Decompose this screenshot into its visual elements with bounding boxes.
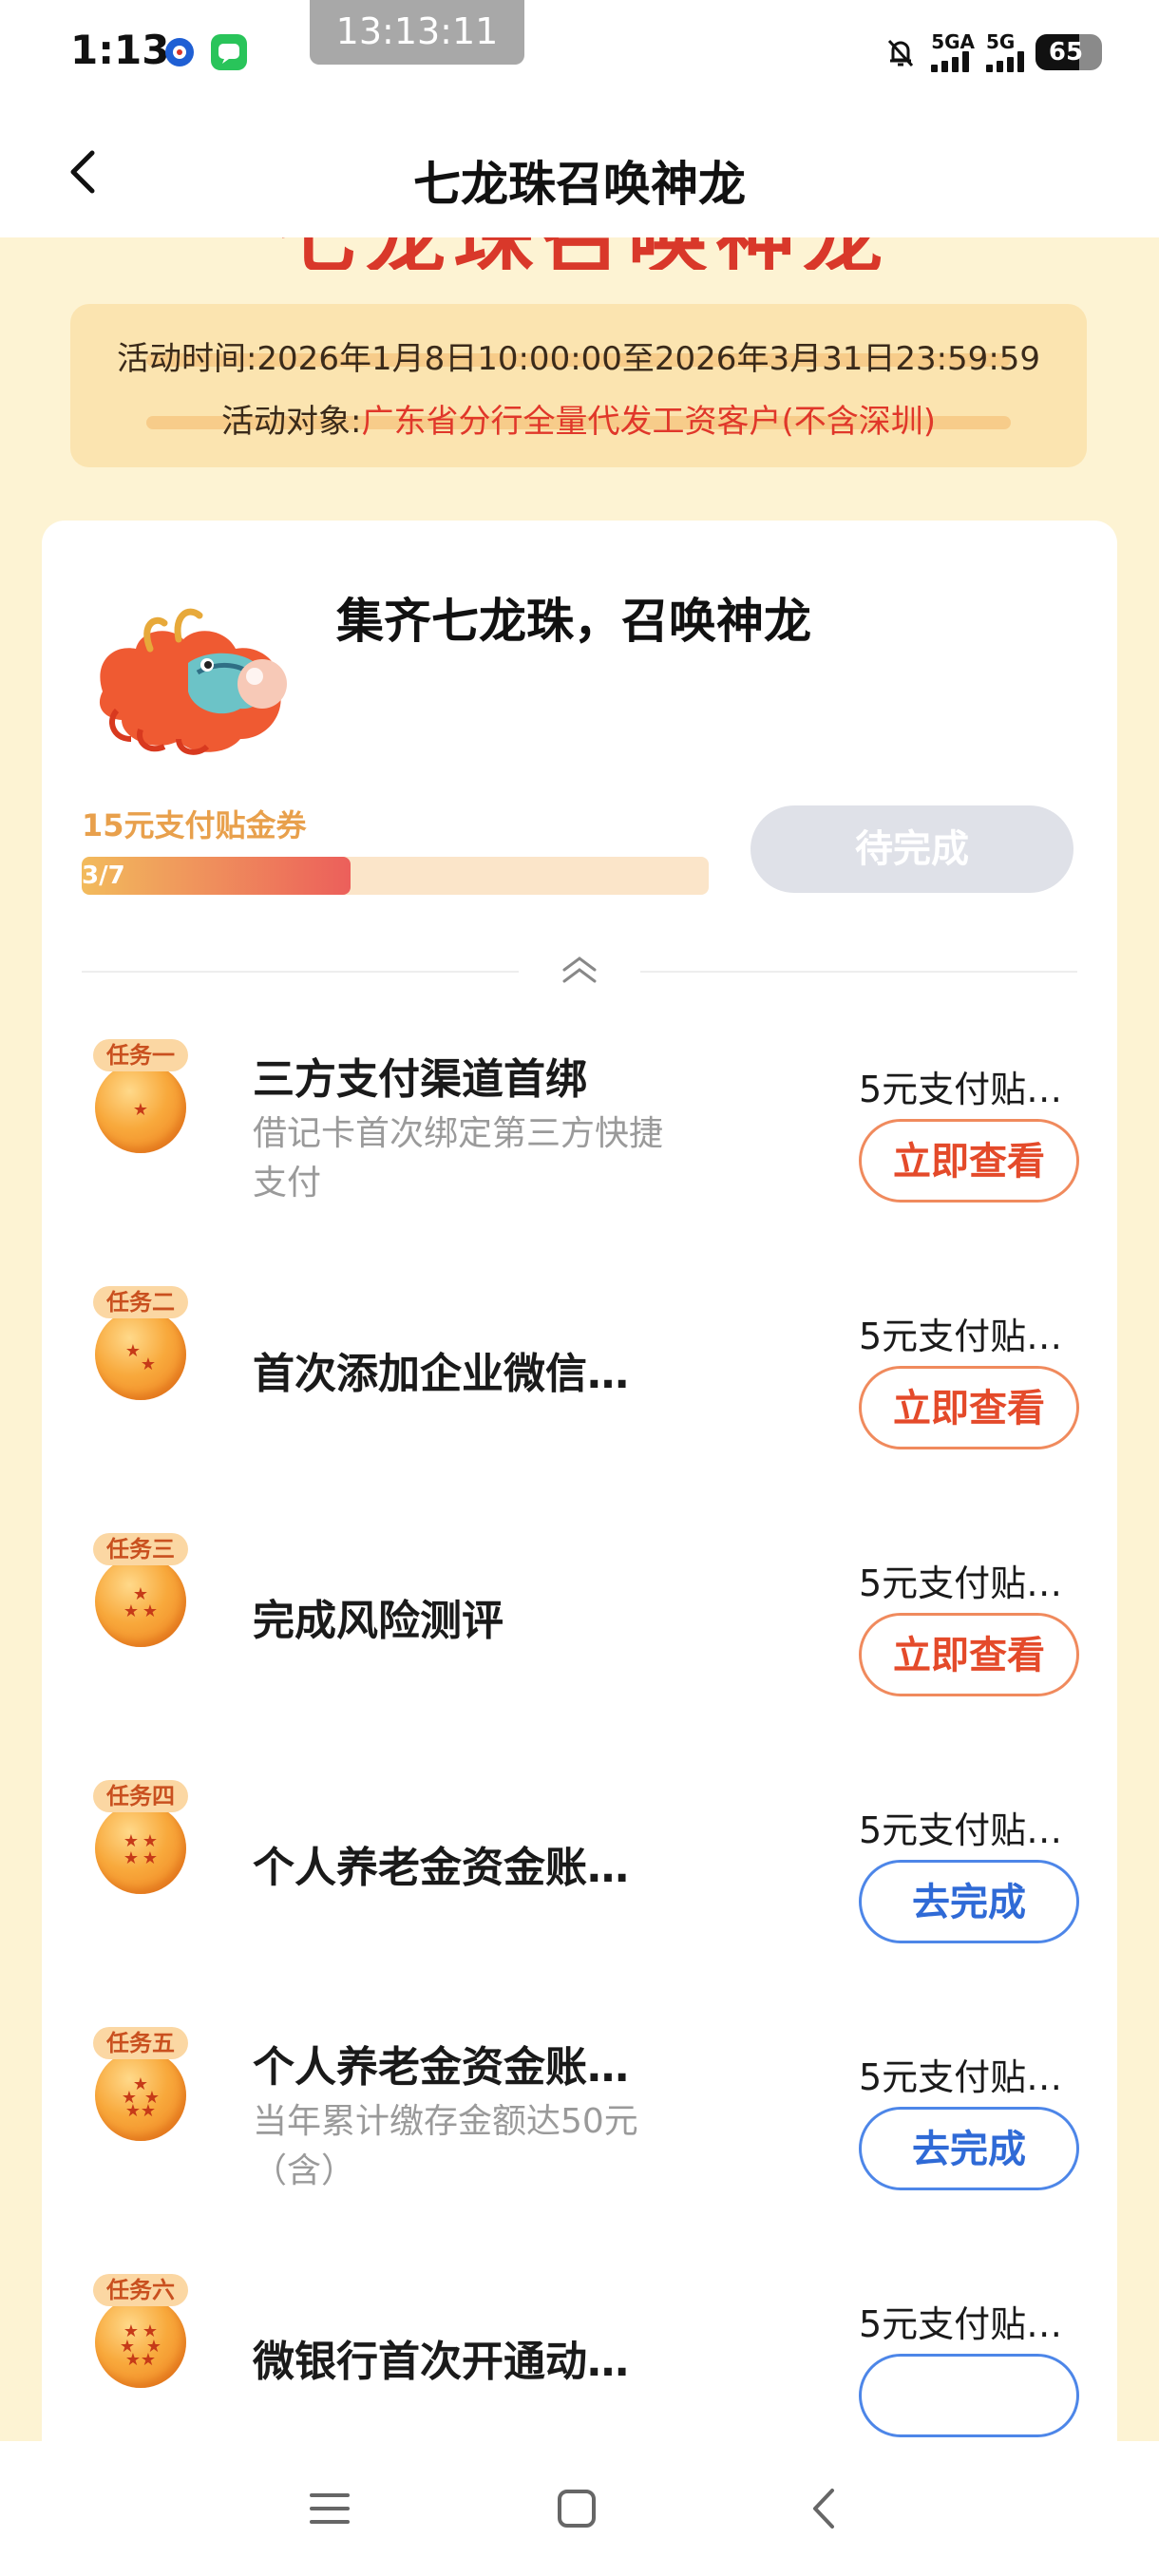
go-complete-button[interactable]: 去完成 (859, 1860, 1079, 1943)
dragon-ball-icon: ★ ★ ★ (95, 1556, 186, 1647)
task-reward: 5元支付贴… (859, 1316, 1063, 1357)
menu-button[interactable] (296, 2475, 363, 2542)
star-icon: ★ (125, 2101, 141, 2121)
activity-time-value: 2026年1月8日10:00:00至2026年3月31日23:59:59 (256, 340, 1041, 378)
back-icon (813, 2489, 834, 2529)
activity-info-box: 活动时间:2026年1月8日10:00:00至2026年3月31日23:59:5… (70, 304, 1087, 467)
dragon-ball-icon: ★ ★ (95, 1309, 186, 1400)
card-title: 集齐七龙珠，召唤神龙 (336, 594, 811, 649)
divider (82, 971, 519, 973)
message-notification-icon (211, 34, 247, 70)
page-title: 七龙珠召唤神龙 (413, 157, 746, 212)
collapse-button[interactable] (545, 946, 614, 994)
divider (640, 971, 1077, 973)
task-description: 借记卡首次绑定第三方快捷支付 (253, 1114, 664, 1203)
battery-icon: 65 (1036, 34, 1102, 70)
star-icon: ★ (142, 1601, 158, 1621)
system-back-button[interactable] (790, 2475, 857, 2542)
task-card: 集齐七龙珠，召唤神龙 15元支付贴金券 3/7 待完成 任务一 ★ 三方支付渠道首绑… (42, 521, 1117, 2576)
view-now-button[interactable]: 立即查看 (859, 1119, 1079, 1203)
network-label-2: 5G (986, 30, 1016, 53)
home-button[interactable] (543, 2475, 610, 2542)
signal-icon (931, 51, 970, 72)
task-reward: 5元支付贴… (859, 2056, 1063, 2098)
task-row: 任务一 ★ 三方支付渠道首绑借记卡首次绑定第三方快捷支付 5元支付贴… 立即查看 (42, 1039, 1117, 1286)
task-title: 完成风险测评 (253, 1597, 504, 1645)
navigation-bar: 七龙珠召唤神龙 (0, 104, 1159, 237)
task-badge: 任务二 (93, 1286, 188, 1318)
mute-bell-icon (888, 39, 914, 67)
task-reward: 5元支付贴… (859, 1809, 1063, 1851)
menu-icon (310, 2493, 350, 2524)
task-title: 微银行首次开通动… (253, 2338, 629, 2386)
task-badge: 任务四 (93, 1780, 188, 1812)
task-badge: 任务一 (93, 1039, 188, 1071)
status-time: 1:13 (70, 27, 170, 73)
star-icon: ★ (124, 1848, 139, 1868)
task-row: 任务三 ★ ★ ★ 完成风险测评 5元支付贴… 立即查看 (42, 1533, 1117, 1780)
star-icon: ★ (133, 1100, 148, 1120)
status-indicators: 5GA 5G 65 (882, 25, 1102, 80)
go-complete-button[interactable] (859, 2354, 1079, 2437)
star-icon: ★ (141, 2350, 156, 2370)
system-navigation-bar (0, 2441, 1159, 2576)
task-badge: 任务六 (93, 2274, 188, 2306)
task-row: 任务五 ★ ★ ★ ★ ★ 个人养老金资金账… 当年累计缴存金额达50元（含） 5元支付贴… 去完… (42, 2027, 1117, 2274)
home-square-icon (558, 2490, 596, 2528)
progress-fill: 3/7 (82, 857, 351, 895)
task-reward: 5元支付贴… (859, 1069, 1063, 1110)
task-reward: 5元支付贴… (859, 1563, 1063, 1604)
app-root: 1:13 13:13:11 5GA 5G 65 七龙珠召唤神龙 七龙珠召唤神龙 … (0, 0, 1159, 2576)
star-icon: ★ (142, 1848, 158, 1868)
pending-button[interactable]: 待完成 (750, 805, 1074, 893)
network-label-1: 5GA (931, 30, 975, 53)
progress-bar: 3/7 (82, 857, 709, 895)
dragon-head-icon (99, 608, 287, 755)
star-icon: ★ (125, 2350, 141, 2370)
task-title: 三方支付渠道首绑 (253, 1055, 587, 1104)
star-icon: ★ (125, 1341, 141, 1361)
dragon-ball-icon: ★ ★ ★ ★ (95, 1803, 186, 1894)
task-reward: 5元支付贴… (859, 2303, 1063, 2345)
task-badge: 任务五 (93, 2027, 188, 2059)
activity-time-line: 活动时间:2026年1月8日10:00:00至2026年3月31日23:59:5… (70, 332, 1087, 379)
activity-time-label: 活动时间: (116, 340, 257, 378)
star-icon: ★ (141, 2101, 156, 2121)
task-title: 个人养老金资金账… (253, 1844, 629, 1892)
dragon-ball-icon: ★ ★ ★ ★ ★ (95, 2050, 186, 2141)
reward-label: 15元支付贴金券 (82, 807, 307, 843)
status-bar: 1:13 13:13:11 5GA 5G 65 (0, 0, 1159, 104)
task-description: 当年累计缴存金额达50元（含） (253, 2102, 638, 2190)
task-title: 首次添加企业微信… (253, 1350, 629, 1398)
dragon-ball-icon: ★ (95, 1062, 186, 1153)
activity-target-line: 活动对象:广东省分行全量代发工资客户(不含深圳) (70, 395, 1087, 442)
task-title: 个人养老金资金账… (253, 2043, 629, 2092)
dragon-ball-icon: ★ ★ ★ ★ ★ ★ (95, 2297, 186, 2388)
double-chevron-up-icon (562, 957, 597, 983)
app-notification-icon (162, 34, 198, 70)
clock-overlay: 13:13:11 (310, 0, 524, 65)
signal-icon-2 (986, 51, 1024, 72)
task-row: 任务四 ★ ★ ★ ★ 个人养老金资金账… 5元支付贴… 去完成 (42, 1780, 1117, 2027)
progress-text: 3/7 (82, 862, 125, 890)
activity-target-value: 广东省分行全量代发工资客户(不含深圳) (361, 403, 936, 441)
star-icon: ★ (124, 1601, 139, 1621)
battery-level: 65 (1048, 38, 1084, 66)
activity-target-label: 活动对象: (221, 403, 362, 441)
task-row: 任务二 ★ ★ 首次添加企业微信… 5元支付贴… 立即查看 (42, 1286, 1117, 1533)
view-now-button[interactable]: 立即查看 (859, 1613, 1079, 1696)
go-complete-button[interactable]: 去完成 (859, 2107, 1079, 2190)
star-icon: ★ (141, 1354, 156, 1374)
task-badge: 任务三 (93, 1533, 188, 1565)
view-now-button[interactable]: 立即查看 (859, 1366, 1079, 1449)
